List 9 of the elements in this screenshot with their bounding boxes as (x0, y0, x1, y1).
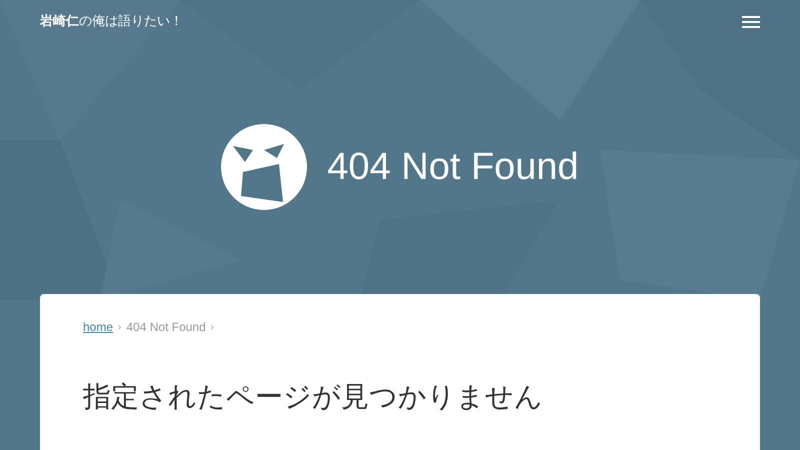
menu-icon[interactable] (742, 15, 760, 29)
breadcrumb-current: 404 Not Found (126, 319, 206, 336)
site-title[interactable]: 岩崎仁の俺は語りたい！ (40, 12, 183, 32)
breadcrumb-separator: › (118, 320, 122, 334)
breadcrumb-separator: › (210, 320, 214, 334)
breadcrumb-link[interactable]: home (83, 318, 114, 336)
sad-face-icon (221, 124, 308, 210)
page-title: 404 Not Found (327, 144, 579, 190)
page-heading: 指定されたページが見つかりません (83, 379, 544, 415)
